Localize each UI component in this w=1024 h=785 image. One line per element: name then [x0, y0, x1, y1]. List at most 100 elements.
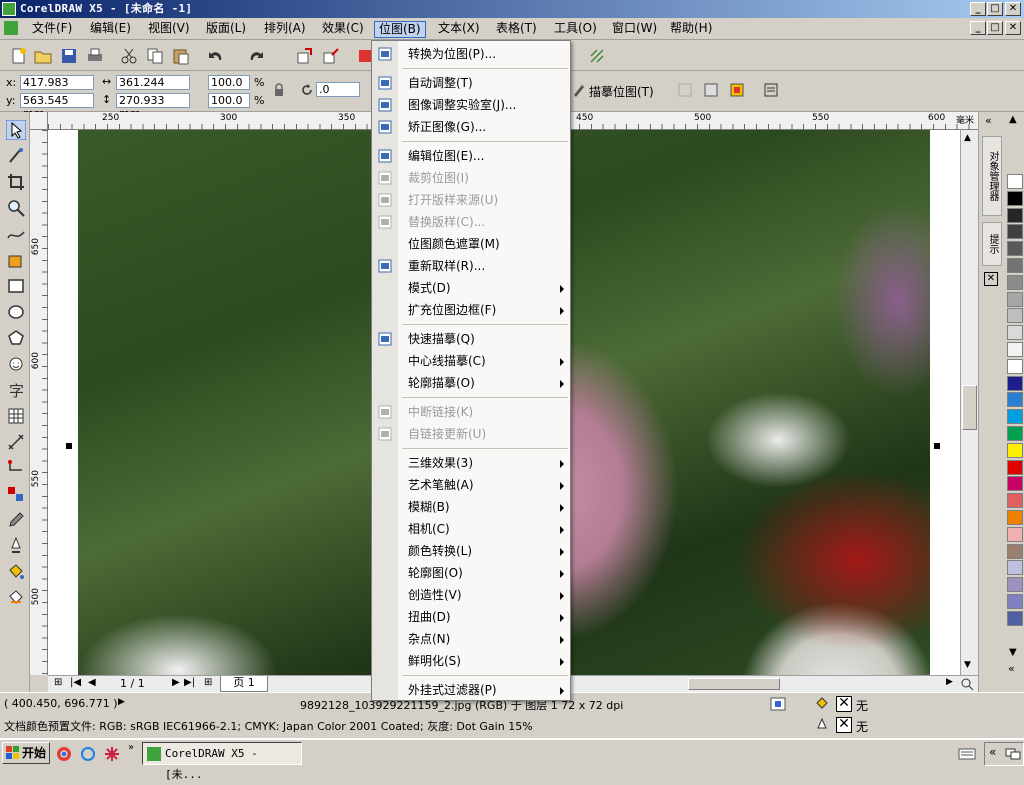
dimension-tool-icon[interactable] — [6, 432, 26, 452]
color-swatch[interactable] — [1007, 224, 1023, 240]
menu-text[interactable]: 文本(X) — [434, 21, 484, 38]
start-button[interactable]: 开始 — [2, 742, 50, 764]
ellipse-tool-icon[interactable] — [6, 302, 26, 322]
lock-ratio-icon[interactable] — [272, 83, 286, 97]
doc-close-button[interactable]: ✕ — [1005, 21, 1021, 35]
menu-item-contour[interactable]: 轮廓图(O) — [372, 562, 570, 584]
color-swatch[interactable] — [1007, 510, 1023, 525]
menu-item-edit-bitmap[interactable]: 编辑位图(E)... — [372, 145, 570, 167]
color-swatch[interactable] — [1007, 426, 1023, 441]
color-swatch[interactable] — [1007, 526, 1023, 542]
next-page-icon[interactable]: ▶ — [172, 677, 180, 688]
table-tool-icon[interactable] — [6, 406, 26, 426]
crop-bitmap-icon[interactable] — [676, 81, 694, 99]
menu-item-convert-to-bitmap[interactable]: 转换为位图(P)... — [372, 43, 570, 65]
color-swatch[interactable] — [1007, 258, 1023, 273]
menu-item-outline-trace[interactable]: 轮廓描摹(O) — [372, 372, 570, 394]
menu-layout[interactable]: 版面(L) — [202, 21, 250, 38]
color-swatch[interactable] — [1007, 342, 1023, 357]
prev-first-icon[interactable]: |◀ — [70, 677, 81, 688]
color-swatch[interactable] — [1007, 358, 1023, 374]
interactive-fill-tool-icon[interactable] — [6, 588, 26, 608]
menu-item-inflate-bitmap[interactable]: 扩充位图边框(F) — [372, 299, 570, 321]
menu-arrange[interactable]: 排列(A) — [260, 21, 310, 38]
color-swatch[interactable] — [1007, 610, 1023, 626]
horizontal-scroll-thumb[interactable] — [688, 678, 780, 690]
color-swatch[interactable] — [1007, 274, 1023, 290]
doc-minimize-button[interactable]: _ — [970, 21, 986, 35]
menu-view[interactable]: 视图(V) — [144, 21, 194, 38]
keyboard-tray-icon[interactable] — [958, 746, 976, 762]
taskbar-coreldraw-button[interactable]: CorelDRAW X5 - [未... — [142, 742, 302, 781]
object-manager-tab[interactable]: 对象管理器 — [982, 136, 1002, 216]
add-page-icon[interactable]: ⊞ — [204, 677, 212, 688]
tray-expand-icon[interactable]: « — [989, 745, 996, 759]
color-swatch[interactable] — [1007, 392, 1023, 408]
menu-item-color-transform[interactable]: 颜色转换(L) — [372, 540, 570, 562]
menu-table[interactable]: 表格(T) — [492, 21, 541, 38]
basic-shapes-tool-icon[interactable] — [6, 354, 26, 374]
navigator-icon[interactable] — [960, 677, 974, 691]
menu-item-straighten-image[interactable]: 矫正图像(G)... — [372, 116, 570, 138]
new-icon[interactable] — [10, 47, 28, 65]
paste-icon[interactable] — [172, 47, 190, 65]
page-tab[interactable]: 页 1 — [220, 676, 268, 692]
trace-bitmap-button[interactable]: 描摹位图(T) — [589, 83, 654, 100]
export-icon[interactable] — [322, 47, 340, 65]
color-swatch[interactable] — [1007, 308, 1023, 324]
minimize-button[interactable]: _ — [970, 2, 986, 16]
quicklaunch-more-icon[interactable]: » — [128, 742, 134, 753]
network-tray-icon[interactable] — [1005, 747, 1021, 761]
last-page-icon[interactable]: ▶| — [184, 677, 195, 688]
color-swatch[interactable] — [1007, 207, 1023, 223]
x-position-input[interactable]: 417.983 mm — [20, 75, 94, 102]
polygon-tool-icon[interactable] — [6, 328, 26, 348]
menu-effects[interactable]: 效果(C) — [318, 21, 368, 38]
outline-none-swatch[interactable]: ✕ — [836, 717, 852, 733]
color-swatch[interactable] — [1007, 241, 1023, 257]
menu-item-distort[interactable]: 扭曲(D) — [372, 606, 570, 628]
color-swatch[interactable] — [1007, 459, 1023, 475]
scroll-down-icon[interactable]: ▼ — [964, 660, 971, 670]
first-page-icon[interactable]: ⊞ — [54, 677, 62, 688]
color-swatch[interactable] — [1007, 375, 1023, 391]
selection-handle-left[interactable] — [66, 443, 72, 449]
ie-icon[interactable] — [80, 746, 96, 762]
menu-window[interactable]: 窗口(W) — [608, 21, 661, 38]
snap-status-icon[interactable] — [770, 697, 786, 711]
redo-icon[interactable] — [248, 47, 266, 65]
docker-close-icon[interactable]: ✕ — [984, 272, 998, 286]
ruler-origin[interactable] — [30, 112, 48, 130]
menu-file[interactable]: 文件(F) — [28, 21, 76, 38]
color-swatch[interactable] — [1007, 594, 1023, 609]
cut-icon[interactable] — [120, 47, 138, 65]
color-profile-text[interactable]: 文档颜色预置文件: RGB: sRGB IEC61966-2.1; CMYK: … — [4, 718, 533, 734]
vertical-ruler[interactable]: 650 600 550 500 — [30, 130, 48, 675]
menu-item-resample[interactable]: 重新取样(R)... — [372, 255, 570, 277]
menu-item-camera[interactable]: 相机(C) — [372, 518, 570, 540]
menu-item-sharpen[interactable]: 鲜明化(S) — [372, 650, 570, 672]
hints-tab[interactable]: 提示 — [982, 222, 1002, 266]
freehand-tool-icon[interactable] — [6, 224, 26, 244]
scale-x-input[interactable]: 100.0 — [208, 75, 250, 90]
wrap-text-icon[interactable] — [762, 81, 780, 99]
menu-item-mode[interactable]: 模式(D) — [372, 277, 570, 299]
menu-tools[interactable]: 工具(O) — [550, 21, 601, 38]
rectangle-tool-icon[interactable] — [6, 276, 26, 296]
menu-item-bitmap-color-mask[interactable]: 位图颜色遮罩(M) — [372, 233, 570, 255]
copy-icon[interactable] — [146, 47, 164, 65]
menu-help[interactable]: 帮助(H) — [666, 21, 716, 38]
palette-scroll-up-icon[interactable]: ▲ — [1009, 114, 1017, 125]
color-swatch[interactable] — [1007, 493, 1023, 509]
color-swatch[interactable] — [1007, 291, 1023, 307]
menu-edit[interactable]: 编辑(E) — [86, 21, 135, 38]
menu-item-art-strokes[interactable]: 艺术笔触(A) — [372, 474, 570, 496]
zoom-tool-icon[interactable] — [6, 198, 26, 218]
smart-fill-tool-icon[interactable] — [6, 250, 26, 270]
palette-scroll-down-icon[interactable]: ▼ — [1009, 647, 1017, 658]
crop-tool-icon[interactable] — [6, 172, 26, 192]
menu-item-image-adjustment-lab[interactable]: 图像调整实验室(J)... — [372, 94, 570, 116]
menu-item-3d-effects[interactable]: 三维效果(3) — [372, 452, 570, 474]
doc-restore-button[interactable]: □ — [987, 21, 1003, 35]
menu-item-quick-trace[interactable]: 快速描摹(Q) — [372, 328, 570, 350]
